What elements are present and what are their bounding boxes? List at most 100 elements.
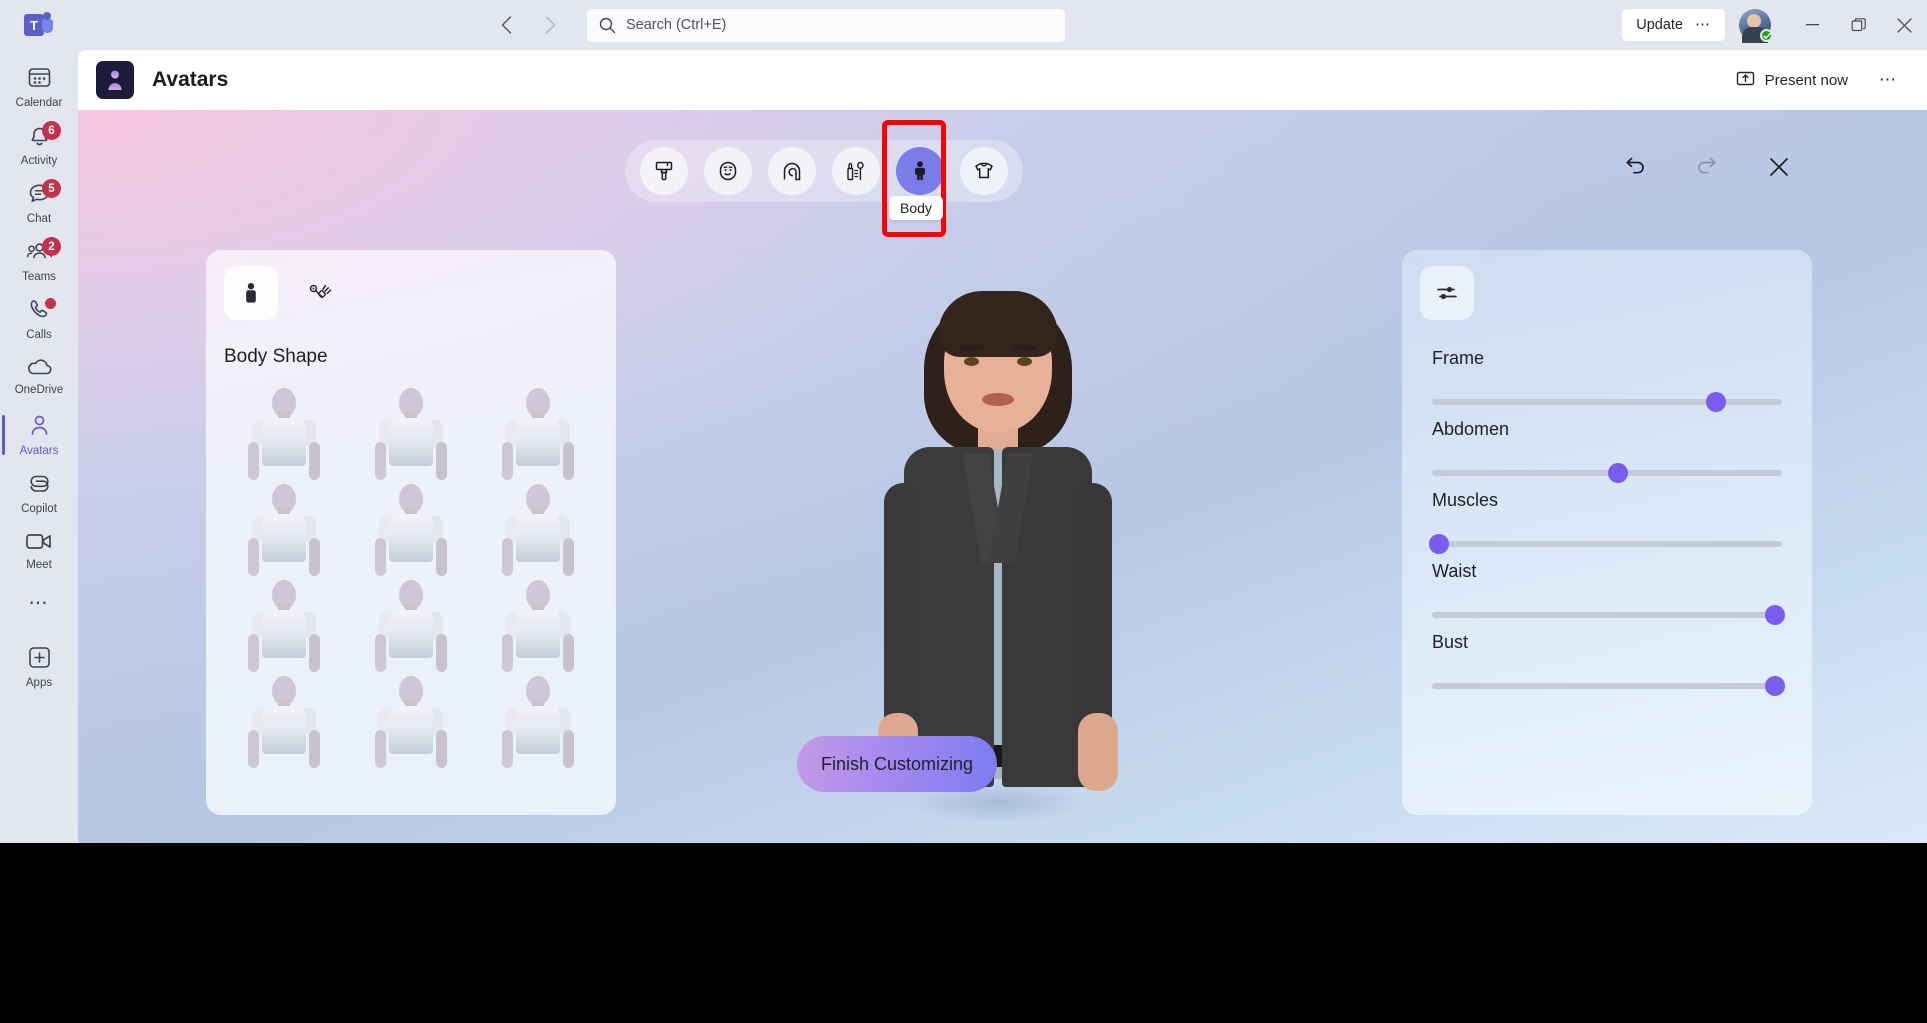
navigation-buttons — [489, 8, 567, 42]
redo-icon[interactable] — [1690, 150, 1724, 184]
slider-track[interactable] — [1432, 605, 1785, 625]
teams-logo-shape-1 — [42, 19, 53, 33]
body-shape-option[interactable] — [347, 386, 474, 482]
sidebar-badge-dot — [45, 298, 56, 309]
body-shape-option[interactable] — [475, 386, 602, 482]
history-controls — [1618, 150, 1796, 184]
slider-muscles: Muscles — [1429, 490, 1782, 554]
sidebar-more-icon[interactable]: ⋯ — [0, 580, 78, 626]
body-shape-option[interactable] — [220, 578, 347, 674]
customization-category-toolbar — [625, 140, 1023, 202]
slider-thumb[interactable] — [1607, 463, 1628, 483]
body-shape-option[interactable] — [347, 674, 474, 770]
sidebar-item-onedrive[interactable]: OneDrive — [0, 348, 78, 406]
sidebar-item-label: Meet — [26, 558, 52, 571]
body-shape-option[interactable] — [475, 578, 602, 674]
tab-paintbrush[interactable] — [640, 147, 688, 195]
sidebar-item-label: Calls — [26, 328, 52, 341]
tab-sliders[interactable] — [1420, 266, 1474, 320]
tab-face[interactable] — [704, 147, 752, 195]
tab-prosthetics[interactable] — [294, 266, 348, 320]
sidebar-item-label: OneDrive — [14, 384, 64, 397]
finish-customizing-button[interactable]: Finish Customizing — [797, 736, 997, 792]
slider-thumb[interactable] — [1429, 534, 1449, 554]
teams-logo-letter: T — [24, 14, 44, 36]
person-outline-icon — [27, 413, 52, 443]
slider-label: Muscles — [1432, 490, 1499, 510]
slider-bust: Bust — [1432, 632, 1785, 696]
sidebar-item-apps[interactable]: Apps — [0, 638, 78, 696]
apps-plus-icon — [27, 645, 52, 675]
tab-clothing[interactable] — [960, 147, 1008, 195]
maximize-icon[interactable] — [1835, 0, 1881, 50]
sidebar-item-calendar[interactable]: Calendar — [0, 58, 78, 116]
body-shape-option[interactable] — [347, 578, 474, 674]
avatar[interactable] — [1739, 9, 1773, 43]
video-camera-icon — [25, 531, 54, 557]
body-shape-grid — [206, 368, 616, 786]
slider-waist: Waist — [1432, 561, 1785, 625]
finish-customizing-label: Finish Customizing — [820, 753, 974, 774]
body-shape-option[interactable] — [347, 482, 474, 578]
app-header: Avatars Present now ⋯ — [78, 50, 1927, 110]
slider-thumb[interactable] — [1705, 392, 1726, 412]
title-bar-right-group: Update ⋯ — [1622, 0, 1927, 50]
minimize-icon[interactable] — [1789, 0, 1835, 50]
body-shape-option[interactable] — [475, 674, 602, 770]
forward-button[interactable] — [533, 8, 567, 42]
sidebar-item-chat[interactable]: 5 Chat — [0, 174, 78, 232]
tab-hair[interactable] — [768, 147, 816, 195]
sidebar-item-avatars[interactable]: Avatars — [0, 406, 78, 464]
slider-track[interactable] — [1432, 676, 1785, 696]
slider-label: Frame — [1432, 348, 1485, 368]
sliders-panel-tabs — [1402, 250, 1812, 320]
slider-track[interactable] — [1432, 463, 1782, 483]
share-screen-icon — [1736, 69, 1755, 92]
slider-thumb[interactable] — [1765, 605, 1785, 625]
slider-thumb[interactable] — [1765, 676, 1785, 696]
teams-logo-shape-2 — [43, 12, 51, 20]
sidebar-badge: 2 — [42, 237, 61, 256]
body-shape-option[interactable] — [220, 482, 347, 578]
slider-track[interactable] — [1429, 534, 1782, 554]
body-panel-tabs — [206, 250, 616, 320]
back-button[interactable] — [489, 8, 523, 42]
copilot-icon — [26, 471, 53, 501]
ellipsis-icon[interactable]: ⋯ — [1695, 17, 1711, 32]
cloud-icon — [26, 357, 53, 382]
sidebar-item-calls[interactable]: Calls — [0, 290, 78, 348]
close-editor-icon[interactable] — [1762, 150, 1796, 184]
tab-body[interactable] — [896, 147, 944, 195]
sidebar-item-teams[interactable]: 2 Teams — [0, 232, 78, 290]
app-more-options-icon[interactable]: ⋯ — [1867, 64, 1909, 96]
sidebar-badge: 6 — [42, 121, 61, 140]
app-header-actions: Present now ⋯ — [1725, 62, 1927, 99]
body-shape-option[interactable] — [475, 482, 602, 578]
sidebar-item-label: Activity — [20, 154, 58, 167]
body-shape-option[interactable] — [220, 386, 347, 482]
update-button[interactable]: Update ⋯ — [1622, 9, 1725, 41]
body-shape-section-title: Body Shape — [224, 346, 328, 367]
search-input[interactable]: Search (Ctrl+E) — [587, 8, 1065, 42]
sidebar-item-activity[interactable]: 6 Activity — [0, 116, 78, 174]
present-now-button[interactable]: Present now — [1725, 62, 1859, 99]
slider-label: Waist — [1432, 561, 1477, 581]
body-sliders-panel: Frame Abdomen Muscles Waist Bust — [1402, 250, 1812, 815]
slider-track[interactable] — [1432, 392, 1782, 412]
body-tab-tooltip: Body — [889, 196, 943, 220]
page-title: Avatars — [152, 68, 229, 91]
close-icon[interactable] — [1881, 0, 1927, 50]
calendar-icon — [27, 65, 52, 95]
present-now-label: Present now — [1764, 71, 1848, 89]
sidebar-item-label: Teams — [22, 270, 56, 283]
window-title-bar: T Search (Ctrl+E) Update ⋯ — [0, 0, 1927, 50]
tab-body-shape[interactable] — [224, 266, 278, 320]
tab-makeup[interactable] — [832, 147, 880, 195]
sidebar-item-label: Avatars — [19, 444, 59, 457]
body-shape-panel: Body Shape — [206, 250, 616, 815]
sidebar-item-meet[interactable]: Meet — [0, 522, 78, 580]
body-shape-option[interactable] — [220, 674, 347, 770]
undo-icon[interactable] — [1618, 150, 1652, 184]
sidebar-item-copilot[interactable]: Copilot — [0, 464, 78, 522]
available-check-icon — [1760, 29, 1773, 42]
